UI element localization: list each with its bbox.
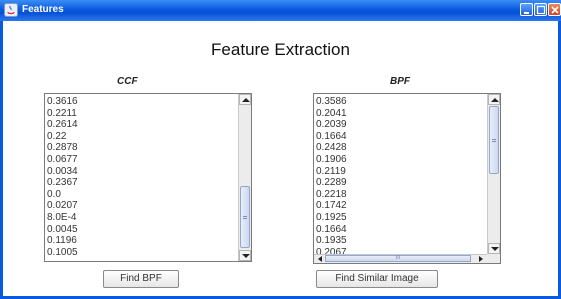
bpf-list-item[interactable]: 0.2289 (316, 177, 347, 189)
ccf-list-item[interactable]: 0.0045 (47, 224, 78, 236)
bpf-list-item[interactable]: 0.2218 (316, 189, 347, 201)
ccf-list-item[interactable]: 8.0E-4 (47, 212, 78, 224)
bpf-list-item[interactable]: 0.2041 (316, 108, 347, 120)
arrow-left-icon (318, 256, 322, 262)
bpf-scroll-thumb[interactable] (489, 106, 499, 174)
find-bpf-button[interactable]: Find BPF (103, 270, 179, 288)
bpf-list[interactable]: 0.3586 0.2041 0.2039 0.1664 0.2428 0.1906 0.21… (313, 93, 501, 264)
ccf-list-item[interactable]: 0.1196 (47, 235, 78, 247)
page-heading: Feature Extraction (211, 40, 350, 59)
bpf-list-item[interactable]: 0.1935 (316, 235, 347, 247)
ccf-list-item[interactable]: 0.2367 (47, 177, 78, 189)
bpf-items: 0.3586 0.2041 0.2039 0.1664 0.2428 0.1906 0.21… (316, 96, 347, 263)
ccf-list-item[interactable]: 0.2614 (47, 119, 78, 131)
bpf-list-item[interactable]: 0.1742 (316, 200, 347, 212)
ccf-scroll-down-button[interactable] (239, 250, 251, 261)
ccf-list-item[interactable]: 0.2211 (47, 108, 78, 120)
bpf-list-item[interactable]: 0.1664 (316, 131, 347, 143)
bpf-list-item[interactable]: 0.3586 (316, 96, 347, 108)
bpf-list-item[interactable]: 0.1906 (316, 154, 347, 166)
ccf-list[interactable]: 0.3616 0.2211 0.2614 0.22 0.2878 0.0677 0.0034… (44, 93, 252, 262)
bpf-list-item[interactable]: 0.1925 (316, 212, 347, 224)
close-button[interactable] (548, 3, 561, 16)
bpf-list-item[interactable]: 0.2119 (316, 166, 347, 178)
title-bar[interactable]: Features (0, 0, 561, 22)
ccf-list-item[interactable]: 0.2878 (47, 142, 78, 154)
ccf-list-item[interactable]: 0.22 (47, 131, 78, 143)
maximize-icon (536, 5, 546, 15)
ccf-vertical-scrollbar[interactable] (238, 94, 251, 261)
minimize-button[interactable] (520, 3, 533, 16)
bpf-list-item[interactable]: 0.2428 (316, 142, 347, 154)
ccf-items: 0.3616 0.2211 0.2614 0.22 0.2878 0.0677 0.0034… (47, 96, 78, 258)
minimize-icon (524, 12, 529, 14)
ccf-list-item[interactable]: 0.0034 (47, 166, 78, 178)
arrow-up-icon (242, 98, 250, 102)
ccf-list-item[interactable]: 0.3616 (47, 96, 78, 108)
bpf-vertical-scrollbar[interactable] (487, 94, 500, 255)
close-icon (551, 6, 559, 14)
find-similar-image-button[interactable]: Find Similar Image (316, 270, 438, 288)
ccf-scroll-thumb[interactable] (240, 186, 250, 248)
arrow-down-icon (491, 247, 499, 251)
ccf-label: CCF (117, 76, 138, 87)
window-title: Features (22, 4, 64, 15)
bpf-scroll-up-button[interactable] (488, 94, 500, 105)
java-app-icon (4, 3, 18, 17)
bpf-scroll-down-button[interactable] (488, 243, 500, 254)
scroll-corner (487, 254, 500, 263)
ccf-list-item[interactable]: 0.0 (47, 189, 78, 201)
maximize-button[interactable] (534, 3, 547, 16)
bpf-label: BPF (390, 76, 410, 87)
ccf-list-item[interactable]: 0.1005 (47, 247, 78, 259)
bpf-hscroll-thumb[interactable]: III (325, 255, 471, 262)
ccf-scroll-up-button[interactable] (239, 94, 251, 105)
ccf-list-item[interactable]: 0.0677 (47, 154, 78, 166)
arrow-down-icon (242, 254, 250, 258)
ccf-list-item[interactable]: 0.0207 (47, 200, 78, 212)
bpf-list-item[interactable]: 0.2039 (316, 119, 347, 131)
bpf-list-item[interactable]: 0.1664 (316, 224, 347, 236)
bpf-horizontal-scrollbar[interactable]: III (314, 254, 487, 263)
arrow-up-icon (491, 98, 499, 102)
arrow-right-icon (479, 256, 483, 262)
